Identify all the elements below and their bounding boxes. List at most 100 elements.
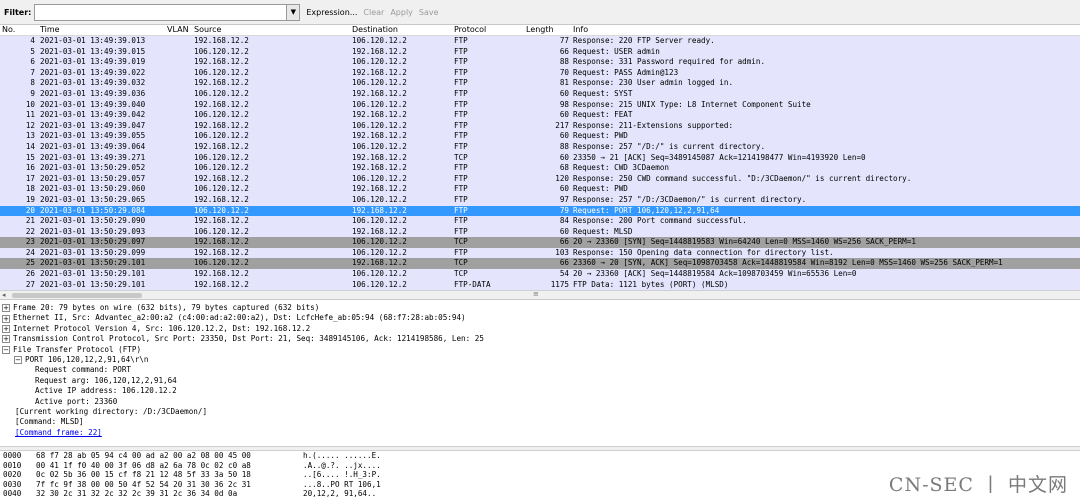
column-header-protocol[interactable]: Protocol <box>453 25 525 35</box>
apply-button[interactable]: Apply <box>390 8 413 17</box>
packet-destination: 106.120.12.2 <box>352 141 407 151</box>
packet-row[interactable]: 16 2021-03-01 13:50:29.052 106.120.12.2 192… <box>0 163 1080 174</box>
hex-row[interactable]: 0000 68 f7 28 ab 05 94 c4 00 ad a2 00 a2 … <box>0 451 1080 461</box>
hex-bytes: 0c 02 5b 36 00 15 cf f8 21 12 48 5f 33 3… <box>36 470 251 480</box>
packet-no: 23 <box>25 237 35 247</box>
hex-offset: 0000 <box>3 451 22 460</box>
tree-row-request-arg[interactable]: Request arg: 106,120,12,2,91,64 <box>0 376 1080 386</box>
packet-row[interactable]: 10 2021-03-01 13:49:39.040 192.168.12.2 106… <box>0 99 1080 111</box>
tree-row-tcp[interactable]: + Transmission Control Protocol, Src Port… <box>0 334 1080 344</box>
packet-row[interactable]: 5 2021-03-01 13:49:39.015 106.120.12.2 192.… <box>0 46 1080 58</box>
packet-vlan <box>166 269 193 280</box>
column-header-source[interactable]: Source <box>193 25 351 35</box>
packet-row[interactable]: 23 2021-03-01 13:50:29.097 192.168.12.2 106… <box>0 237 1080 248</box>
tree-row-command-frame[interactable]: [Command frame: 22] <box>0 428 1080 438</box>
tree-row-command[interactable]: [Command: MLSD] <box>0 417 1080 427</box>
splitter-grip-icon[interactable]: ≡ <box>533 290 539 298</box>
column-header-time[interactable]: Time <box>37 25 166 35</box>
packet-no: 17 <box>25 173 35 183</box>
packet-destination: 192.168.12.2 <box>352 110 407 120</box>
column-header-info[interactable]: Info <box>572 25 1080 35</box>
tree-row-request-command[interactable]: Request command: PORT <box>0 365 1080 375</box>
packet-time: 2021-03-01 13:49:39.015 <box>40 46 146 56</box>
packet-row[interactable]: 9 2021-03-01 13:49:39.036 106.120.12.2 192.… <box>0 88 1080 100</box>
tree-row-cwd[interactable]: [Current working directory: /D:/3CDaemon… <box>0 407 1080 417</box>
packet-destination: 192.168.12.2 <box>352 226 407 236</box>
filter-dropdown-button[interactable]: ▼ <box>287 3 301 21</box>
tree-row-ftp[interactable]: − File Transfer Protocol (FTP) <box>0 345 1080 355</box>
packet-row[interactable]: 20 2021-03-01 13:50:29.084 106.120.12.2 192… <box>0 205 1080 217</box>
packet-length: 60 <box>559 226 569 236</box>
column-header-no[interactable]: No. <box>0 25 37 35</box>
column-header-vlan[interactable]: VLAN <box>166 25 193 35</box>
hex-offset: 0010 <box>3 460 22 470</box>
tree-row-port-command[interactable]: − PORT 106,120,12,2,91,64\r\n <box>0 355 1080 365</box>
tree-row-ip[interactable]: + Internet Protocol Version 4, Src: 106.1… <box>0 324 1080 334</box>
column-header-destination[interactable]: Destination <box>351 25 453 35</box>
packet-source: 106.120.12.2 <box>194 152 249 162</box>
packet-row[interactable]: 18 2021-03-01 13:50:29.060 106.120.12.2 192… <box>0 184 1080 195</box>
expand-icon[interactable]: + <box>2 304 10 313</box>
tree-row-frame[interactable]: + Frame 20: 79 bytes on wire (632 bits), … <box>0 303 1080 313</box>
expression-button[interactable]: Expression... <box>306 8 357 17</box>
expand-icon[interactable]: + <box>2 335 10 344</box>
packet-row[interactable]: 21 2021-03-01 13:50:29.090 192.168.12.2 106… <box>0 216 1080 227</box>
packet-row[interactable]: 14 2021-03-01 13:49:39.064 192.168.12.2 106… <box>0 141 1080 153</box>
packet-row[interactable]: 24 2021-03-01 13:50:29.099 192.168.12.2 106… <box>0 247 1080 259</box>
packet-source: 192.168.12.2 <box>194 237 249 247</box>
packet-source: 192.168.12.2 <box>194 57 249 67</box>
packet-protocol: FTP <box>454 216 468 226</box>
packet-no: 11 <box>25 110 35 120</box>
packet-row[interactable]: 15 2021-03-01 13:49:39.271 106.120.12.2 192… <box>0 152 1080 164</box>
packet-length: 97 <box>559 194 569 204</box>
packet-time: 2021-03-01 13:49:39.055 <box>40 131 146 141</box>
packet-row[interactable]: 11 2021-03-01 13:49:39.042 106.120.12.2 192… <box>0 110 1080 121</box>
expand-icon[interactable]: + <box>2 314 10 323</box>
save-button[interactable]: Save <box>419 8 439 17</box>
packet-row[interactable]: 27 2021-03-01 13:50:29.101 192.168.12.2 106… <box>0 279 1080 290</box>
packet-info: Request: PWD <box>573 184 628 194</box>
column-header-length[interactable]: Length <box>525 25 572 35</box>
filter-input[interactable] <box>34 3 288 21</box>
scroll-left-icon[interactable]: ◂ <box>2 291 6 299</box>
packet-details-pane: + Frame 20: 79 bytes on wire (632 bits), … <box>0 303 1080 445</box>
packet-destination: 106.120.12.2 <box>352 173 407 183</box>
packet-time: 2021-03-01 13:50:29.052 <box>40 163 146 173</box>
command-frame-link[interactable]: [Command frame: 22] <box>15 428 102 438</box>
packet-row[interactable]: 12 2021-03-01 13:49:39.047 192.168.12.2 106… <box>0 120 1080 132</box>
tree-row-active-port[interactable]: Active port: 23360 <box>0 397 1080 407</box>
hex-offset: 0040 <box>3 489 22 499</box>
clear-button[interactable]: Clear <box>363 8 384 17</box>
packet-time: 2021-03-01 13:49:39.013 <box>40 36 146 45</box>
packet-protocol: FTP <box>454 36 468 45</box>
filter-toolbar: Filter: ▼ Expression... Clear Apply Save <box>0 0 1080 25</box>
expand-icon[interactable]: + <box>2 324 10 333</box>
packet-destination: 106.120.12.2 <box>352 78 407 88</box>
packet-vlan <box>166 195 193 206</box>
packet-length: 217 <box>555 120 569 130</box>
packet-row[interactable]: 13 2021-03-01 13:49:39.055 106.120.12.2 192… <box>0 131 1080 142</box>
packet-vlan <box>166 68 193 79</box>
packet-row[interactable]: 26 2021-03-01 13:50:29.101 192.168.12.2 106… <box>0 269 1080 280</box>
packet-list-horizontal-scrollbar[interactable]: ◂ ≡ <box>0 290 1080 300</box>
packet-row[interactable]: 8 2021-03-01 13:49:39.032 192.168.12.2 106.… <box>0 78 1080 89</box>
packet-row[interactable]: 17 2021-03-01 13:50:29.057 192.168.12.2 106… <box>0 173 1080 185</box>
collapse-icon[interactable]: − <box>2 345 10 354</box>
packet-row[interactable]: 25 2021-03-01 13:50:29.101 106.120.12.2 192… <box>0 258 1080 270</box>
packet-row[interactable]: 4 2021-03-01 13:49:39.013 192.168.12.2 106.… <box>0 36 1080 47</box>
packet-row[interactable]: 6 2021-03-01 13:49:39.019 192.168.12.2 106.… <box>0 57 1080 68</box>
tree-row-ethernet[interactable]: + Ethernet II, Src: Advantec_a2:00:a2 (c4… <box>0 313 1080 323</box>
packet-info: Response: 215 UNIX Type: L8 Internet Com… <box>573 99 811 109</box>
scrollbar-thumb[interactable] <box>12 293 142 298</box>
packet-vlan <box>166 258 193 269</box>
packet-row[interactable]: 7 2021-03-01 13:49:39.022 106.120.12.2 192.… <box>0 67 1080 79</box>
packet-info: Response: 220 FTP Server ready. <box>573 36 715 45</box>
packet-no: 5 <box>30 46 35 56</box>
tree-row-active-ip[interactable]: Active IP address: 106.120.12.2 <box>0 386 1080 396</box>
hex-ascii: .A..@.?. ..jx.... <box>303 460 381 470</box>
packet-row[interactable]: 22 2021-03-01 13:50:29.093 106.120.12.2 192… <box>0 226 1080 238</box>
packet-info: Response: 200 Port command successful. <box>573 216 747 226</box>
collapse-icon[interactable]: − <box>14 356 22 365</box>
packet-row[interactable]: 19 2021-03-01 13:50:29.065 192.168.12.2 106… <box>0 194 1080 206</box>
hex-row[interactable]: 0010 00 41 1f f0 40 00 3f 06 d8 a2 6a 78 … <box>0 461 1080 471</box>
